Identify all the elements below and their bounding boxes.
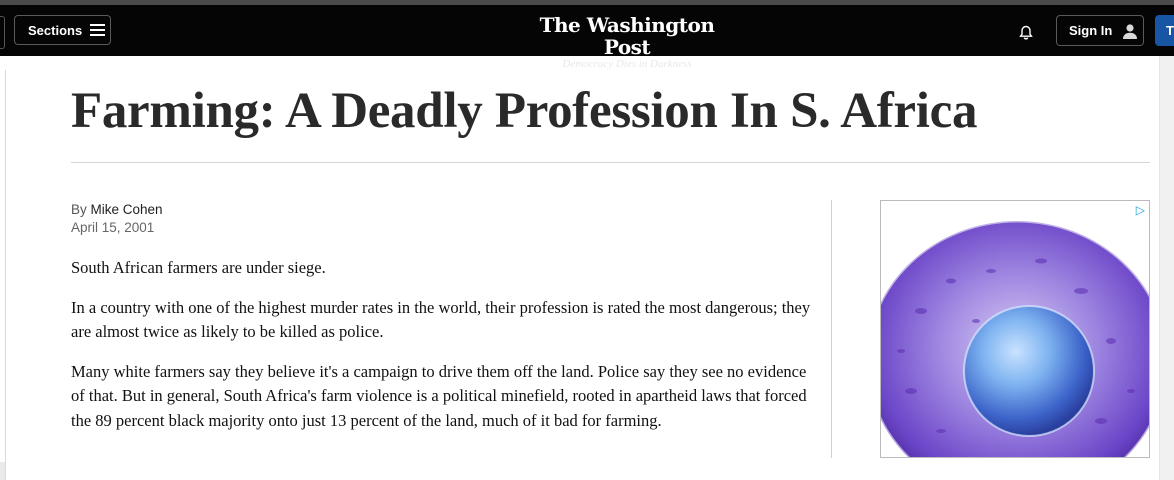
menu-icon bbox=[90, 24, 106, 36]
left-gutter-rule bbox=[0, 70, 6, 480]
author-link[interactable]: Mike Cohen bbox=[91, 202, 163, 217]
ad-choices-icon[interactable]: ▷ bbox=[1136, 203, 1145, 217]
subscribe-button[interactable]: T bbox=[1155, 15, 1174, 46]
article-paragraph: Many white farmers say they believe it's… bbox=[71, 361, 807, 430]
site-header: Sections The Washington Post Democracy D… bbox=[0, 5, 1174, 70]
brand-tagline: Democracy Dies in Darkness bbox=[562, 58, 692, 70]
sign-in-label: Sign In bbox=[1069, 23, 1113, 38]
site-logo[interactable]: The Washington Post Democracy Dies in Da… bbox=[527, 14, 727, 71]
bell-icon[interactable] bbox=[1018, 25, 1034, 41]
page-scrollbar[interactable] bbox=[1159, 56, 1174, 480]
advertisement[interactable]: ▷ bbox=[880, 200, 1150, 458]
brand-name: The Washington Post bbox=[539, 13, 715, 59]
article-headline: Farming: A Deadly Profession In S. Afric… bbox=[71, 83, 978, 139]
article-body: South African farmers are under siege. I… bbox=[71, 256, 811, 448]
sign-in-button[interactable]: Sign In bbox=[1056, 15, 1144, 46]
sections-button[interactable]: Sections bbox=[14, 15, 111, 45]
cell-microscopy-image[interactable] bbox=[881, 201, 1149, 457]
left-gutter-footer bbox=[0, 462, 5, 480]
column-divider bbox=[831, 200, 832, 458]
article-paragraph: In a country with one of the highest mur… bbox=[71, 297, 811, 342]
publish-date: April 15, 2001 bbox=[71, 220, 155, 235]
byline: By Mike Cohen bbox=[71, 201, 163, 219]
byline-prefix: By bbox=[71, 202, 87, 217]
clipped-nav-button[interactable] bbox=[0, 16, 5, 49]
user-icon bbox=[1123, 23, 1138, 39]
sections-label: Sections bbox=[28, 22, 83, 38]
headline-divider bbox=[71, 162, 1150, 163]
article-paragraph: South African farmers are under siege. bbox=[71, 258, 326, 277]
